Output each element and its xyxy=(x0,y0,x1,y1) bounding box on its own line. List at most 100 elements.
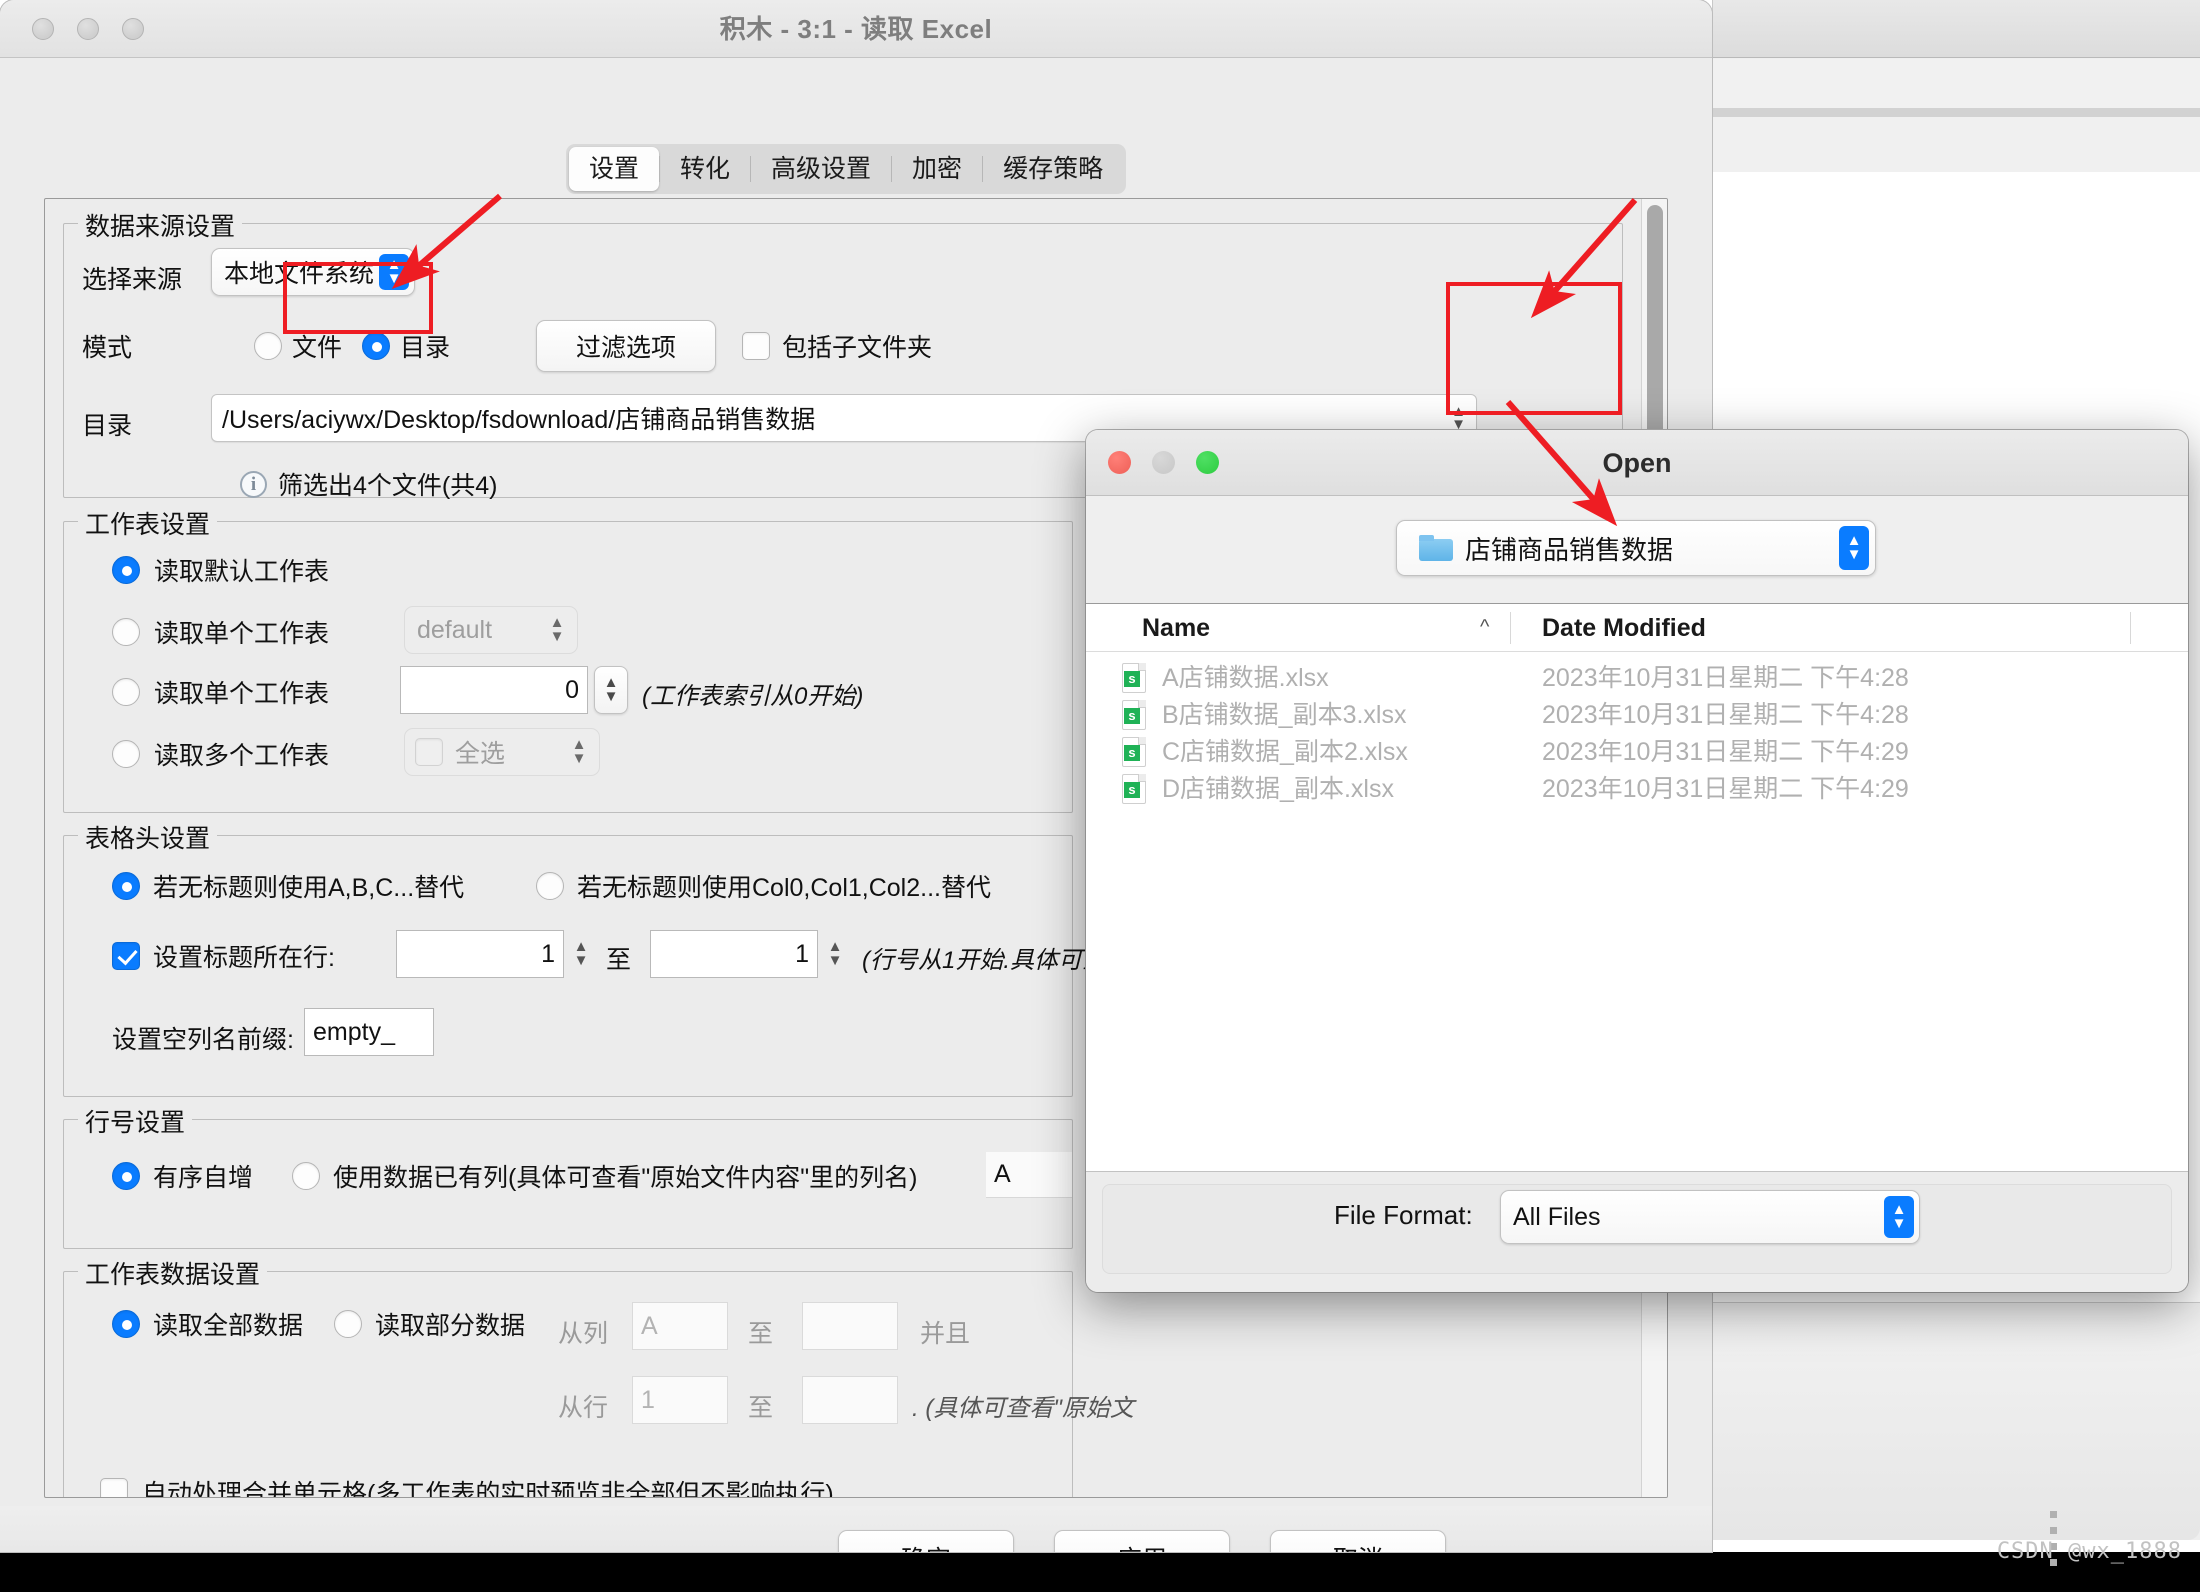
tab-encryption[interactable]: 加密 xyxy=(892,147,982,191)
to-row-input[interactable] xyxy=(802,1376,898,1424)
file-list[interactable]: A店铺数据.xlsx 2023年10月31日星期二 下午4:28 B店铺数据_副… xyxy=(1086,652,2188,1172)
to-col-label: 至 xyxy=(748,1314,773,1350)
single-sheet-index-input[interactable]: 0 xyxy=(400,666,588,714)
data-opt-all[interactable]: 读取全部数据 xyxy=(112,1306,303,1342)
from-col-label: 从列 xyxy=(558,1314,608,1350)
single-sheet-index-stepper[interactable]: ▲▼ xyxy=(594,666,628,714)
background-window-toolbar xyxy=(1713,59,2200,111)
header-opt-col[interactable]: 若无标题则使用Col0,Col1,Col2...替代 xyxy=(536,868,991,904)
chevron-updown-icon: ▲▼ xyxy=(564,734,594,770)
file-list-header: Name ^ Date Modified xyxy=(1086,604,2188,652)
sheet-opt-default-label: 读取默认工作表 xyxy=(154,552,329,588)
tab-settings[interactable]: 设置 xyxy=(569,147,659,191)
to-col-input[interactable] xyxy=(802,1302,898,1350)
title-row-from-input[interactable]: 1 xyxy=(396,930,564,978)
rownum-existing-column-input[interactable]: A xyxy=(986,1152,1072,1198)
open-dialog-location-row: 店铺商品销售数据 ▲▼ xyxy=(1086,496,2188,604)
data-opt-partial[interactable]: 读取部分数据 xyxy=(334,1306,525,1342)
sheet-opt-single-index-label: 读取单个工作表 xyxy=(154,674,329,710)
checkbox-merge-cells-icon[interactable] xyxy=(100,1478,128,1498)
multi-sheet-combobox[interactable]: 全选 ▲▼ xyxy=(404,728,600,776)
radio-header-col-icon[interactable] xyxy=(536,872,564,900)
sheet-opt-multi[interactable]: 读取多个工作表 xyxy=(112,736,329,772)
group-header-settings: 表格头设置 若无标题则使用A,B,C...替代 若无标题则使用Col0,Col1… xyxy=(63,835,1073,1097)
rownum-opt-auto[interactable]: 有序自增 xyxy=(112,1158,253,1194)
tab-transform[interactable]: 转化 xyxy=(660,147,750,191)
label-mode: 模式 xyxy=(82,328,132,364)
cancel-button[interactable]: 取消 xyxy=(1270,1530,1446,1552)
label-select-source: 选择来源 xyxy=(82,260,182,296)
checkbox-title-row-icon[interactable] xyxy=(112,942,140,970)
file-name: C店铺数据_副本2.xlsx xyxy=(1162,734,1408,771)
group-rownum-settings: 行号设置 有序自增 使用数据已有列(具体可查看"原始文件内容"里的列名) A xyxy=(63,1119,1073,1249)
window-title: 积木 - 3:1 - 读取 Excel xyxy=(0,0,1712,58)
radio-file-icon[interactable] xyxy=(254,332,282,360)
column-divider xyxy=(2130,612,2131,644)
checkbox-select-all-icon[interactable] xyxy=(415,738,443,766)
list-item[interactable]: C店铺数据_副本2.xlsx 2023年10月31日星期二 下午4:29 xyxy=(1086,734,2188,771)
background-window-subtoolbar xyxy=(1713,117,2200,173)
from-col-input[interactable]: A xyxy=(632,1302,728,1350)
settings-tabbar[interactable]: 设置 转化 高级设置 加密 缓存策略 xyxy=(566,144,1126,194)
title-row-checkbox-row[interactable]: 设置标题所在行: xyxy=(112,938,335,974)
header-opt-col-label: 若无标题则使用Col0,Col1,Col2...替代 xyxy=(577,868,991,904)
file-format-combobox[interactable]: All Files ▲▼ xyxy=(1500,1190,1920,1244)
tab-cache-policy[interactable]: 缓存策略 xyxy=(983,147,1123,191)
sheet-opt-default[interactable]: 读取默认工作表 xyxy=(112,552,329,588)
apply-button[interactable]: 应用 xyxy=(1054,1530,1230,1552)
single-sheet-name-combobox[interactable]: default ▲▼ xyxy=(404,606,578,654)
radio-directory-icon[interactable] xyxy=(362,332,390,360)
current-folder-combobox[interactable]: 店铺商品销售数据 ▲▼ xyxy=(1396,520,1876,576)
background-window-separator xyxy=(1713,108,2200,117)
radio-read-partial-icon[interactable] xyxy=(334,1310,362,1338)
group-title-sheet-data-settings: 工作表数据设置 xyxy=(78,1255,267,1291)
annotation-rect-browse-button xyxy=(1446,282,1622,415)
window-titlebar: 积木 - 3:1 - 读取 Excel xyxy=(0,0,1712,58)
title-row-to-input[interactable]: 1 xyxy=(650,930,818,978)
and-label: 并且 xyxy=(920,1314,970,1350)
radio-rownum-existing-icon[interactable] xyxy=(292,1162,320,1190)
radio-read-all-icon[interactable] xyxy=(112,1310,140,1338)
sort-ascending-icon: ^ xyxy=(1480,616,1489,639)
radio-header-abc-icon[interactable] xyxy=(112,872,140,900)
title-row-from-stepper[interactable]: ▲▼ xyxy=(564,930,598,978)
column-header-name[interactable]: Name xyxy=(1142,614,1210,643)
sheet-opt-single-index[interactable]: 读取单个工作表 xyxy=(112,674,329,710)
radio-single-sheet-index-icon[interactable] xyxy=(112,678,140,706)
checkbox-include-subfolders-icon[interactable] xyxy=(742,332,770,360)
filter-options-button[interactable]: 过滤选项 xyxy=(536,320,716,372)
radio-multi-sheet-icon[interactable] xyxy=(112,740,140,768)
radio-rownum-auto-icon[interactable] xyxy=(112,1162,140,1190)
file-date-modified: 2023年10月31日星期二 下午4:28 xyxy=(1542,660,1909,697)
header-opt-abc-label: 若无标题则使用A,B,C...替代 xyxy=(153,868,464,904)
from-row-label: 从行 xyxy=(558,1388,608,1424)
screen-bottom-edge xyxy=(0,1552,2200,1592)
list-item[interactable]: D店铺数据_副本.xlsx 2023年10月31日星期二 下午4:29 xyxy=(1086,771,2188,808)
radio-single-sheet-name-icon[interactable] xyxy=(112,618,140,646)
select-all-label: 全选 xyxy=(455,734,505,770)
ok-button[interactable]: 确定 xyxy=(838,1530,1014,1552)
column-header-date-modified[interactable]: Date Modified xyxy=(1542,614,1706,643)
header-opt-abc[interactable]: 若无标题则使用A,B,C...替代 xyxy=(112,868,464,904)
group-title-sheet-settings: 工作表设置 xyxy=(78,505,217,541)
empty-prefix-input[interactable]: empty_ xyxy=(304,1008,434,1056)
from-row-input[interactable]: 1 xyxy=(632,1376,728,1424)
list-item[interactable]: B店铺数据_副本3.xlsx 2023年10月31日星期二 下午4:28 xyxy=(1086,697,2188,734)
file-name: A店铺数据.xlsx xyxy=(1162,660,1329,697)
radio-default-sheet-icon[interactable] xyxy=(112,556,140,584)
file-name: D店铺数据_副本.xlsx xyxy=(1162,771,1394,808)
sheet-opt-single-name[interactable]: 读取单个工作表 xyxy=(112,614,329,650)
xlsx-file-icon xyxy=(1122,737,1146,767)
file-name: B店铺数据_副本3.xlsx xyxy=(1162,697,1406,734)
open-file-dialog: Open 店铺商品销售数据 ▲▼ Name ^ Date Modified A店… xyxy=(1086,430,2188,1292)
window-footer: 确定 应用 取消 xyxy=(0,1506,1712,1552)
title-row-to-stepper[interactable]: ▲▼ xyxy=(818,930,852,978)
include-subfolders-row[interactable]: 包括子文件夹 xyxy=(742,328,932,364)
merge-cells-row[interactable]: 自动处理合并单元格(多工作表的实时预览非全部但不影响执行) xyxy=(100,1474,834,1498)
rownum-opt-existing[interactable]: 使用数据已有列(具体可查看"原始文件内容"里的列名) xyxy=(292,1158,917,1194)
title-row-to-label: 至 xyxy=(606,940,631,976)
tab-advanced[interactable]: 高级设置 xyxy=(751,147,891,191)
folder-icon xyxy=(1419,535,1453,561)
group-sheet-settings: 工作表设置 读取默认工作表 读取单个工作表 default ▲▼ xyxy=(63,521,1073,813)
list-item[interactable]: A店铺数据.xlsx 2023年10月31日星期二 下午4:28 xyxy=(1086,660,2188,697)
